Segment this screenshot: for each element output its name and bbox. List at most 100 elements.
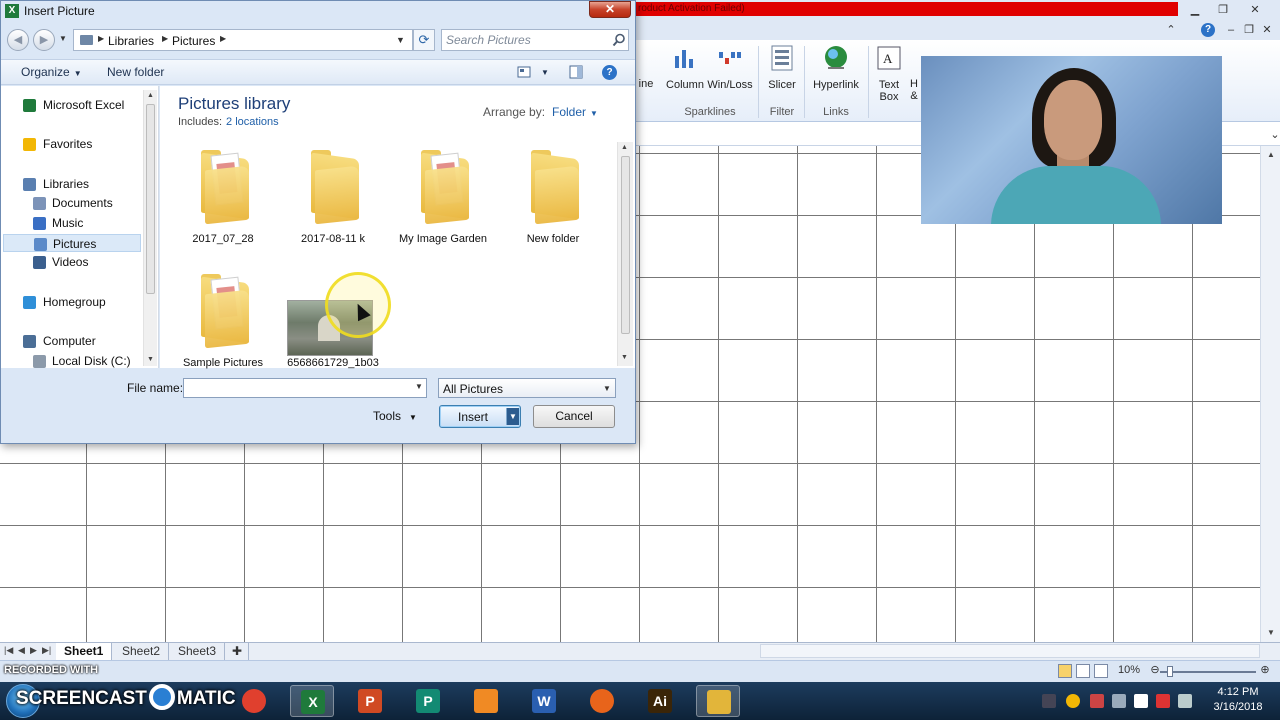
scroll-down-icon[interactable]: ▼ (1267, 628, 1275, 637)
insert-sheet-icon[interactable]: ✚ (226, 643, 250, 660)
address-bar[interactable]: ▶ Libraries ▶ Pictures ▶ ▼ (73, 29, 413, 51)
tools-button[interactable]: Tools ▼ (373, 409, 417, 423)
scroll-down-icon[interactable]: ▼ (147, 356, 154, 363)
nav-pane-scrollbar[interactable]: ▲ ▼ (143, 90, 157, 366)
organize-button[interactable]: Organize ▼ (21, 65, 82, 79)
insert-button[interactable]: Insert ▼ (439, 405, 521, 428)
horizontal-scrollbar[interactable] (760, 644, 1260, 658)
arrange-by-dropdown[interactable]: Folder ▼ (552, 105, 598, 119)
expand-formula-icon[interactable]: ⌄ (1264, 127, 1280, 143)
nav-item-libraries[interactable]: Libraries (21, 175, 141, 193)
volume-icon[interactable] (1178, 694, 1192, 708)
zoom-slider-thumb[interactable] (1166, 666, 1173, 677)
chevron-down-icon[interactable]: ▼ (415, 382, 423, 391)
taskbar-app-word[interactable]: W (522, 685, 566, 717)
dialog-title-bar[interactable]: X Insert Picture ✕ (1, 1, 635, 21)
taskbar-app-illustrator[interactable]: Ai (638, 685, 682, 717)
nav-item-music[interactable]: Music (31, 214, 141, 232)
tray-icon[interactable] (1042, 694, 1056, 708)
page-layout-view-icon[interactable] (1076, 664, 1090, 678)
change-view-icon[interactable] (517, 65, 531, 79)
search-box[interactable] (441, 29, 629, 51)
file-item-sample-pictures[interactable]: Sample Pictures (173, 270, 273, 382)
normal-view-icon[interactable] (1058, 664, 1072, 678)
tray-icon[interactable] (1156, 694, 1170, 708)
zoom-out-icon[interactable]: ⊖ (1148, 662, 1162, 678)
scroll-down-icon[interactable]: ▼ (621, 354, 628, 361)
taskbar-app-recorder[interactable] (696, 685, 740, 717)
sheet-tab-sheet3[interactable]: Sheet3 (170, 643, 226, 660)
view-options-chevron-icon[interactable]: ▼ (541, 68, 549, 77)
help-icon[interactable]: ? (1201, 23, 1215, 37)
taskbar-app-excel[interactable]: X (290, 685, 334, 717)
search-icon[interactable] (612, 33, 626, 47)
taskbar-clock[interactable]: 4:12 PM 3/16/2018 (1200, 685, 1276, 715)
ribbon-line-button[interactable]: ine (636, 78, 656, 90)
workbook-close-icon[interactable]: ✕ (1256, 22, 1278, 38)
forward-arrow-icon[interactable]: ▶ (33, 29, 55, 51)
close-icon[interactable]: ✕ (1244, 2, 1266, 18)
breadcrumb-libraries[interactable]: Libraries (108, 34, 154, 48)
file-item-new-folder[interactable]: New folder (503, 146, 603, 258)
cancel-button[interactable]: Cancel (533, 405, 615, 428)
help-icon[interactable]: ? (602, 65, 617, 80)
refresh-icon[interactable]: ⟳ (413, 29, 435, 51)
network-icon[interactable] (1112, 694, 1126, 708)
file-item-2017-07-28[interactable]: 2017_07_28 (173, 146, 273, 258)
preview-pane-icon[interactable] (569, 65, 583, 79)
tray-icon[interactable] (1134, 694, 1148, 708)
ribbon-header-footer-button[interactable]: H & (908, 78, 920, 102)
breadcrumb-arrow-icon[interactable]: ▶ (162, 34, 168, 43)
zoom-in-icon[interactable]: ⊕ (1258, 662, 1272, 678)
dialog-close-button[interactable]: ✕ (589, 1, 631, 18)
taskbar-app-publisher[interactable]: P (406, 685, 450, 717)
taskbar-app-app-orange[interactable] (464, 685, 508, 717)
taskbar-app-firefox[interactable] (580, 685, 624, 717)
scroll-up-icon[interactable]: ▲ (1267, 150, 1275, 159)
vertical-scrollbar[interactable]: ▲ ▼ (1260, 146, 1280, 642)
insert-options-chevron-icon[interactable]: ▼ (506, 408, 519, 425)
ribbon-winloss-button[interactable]: Win/Loss (706, 44, 754, 91)
nav-item-microsoft-excel[interactable]: Microsoft Excel (21, 96, 141, 114)
nav-item-favorites[interactable]: Favorites (21, 135, 141, 153)
page-break-view-icon[interactable] (1094, 664, 1108, 678)
zoom-slider[interactable] (1160, 671, 1256, 673)
ribbon-textbox-button[interactable]: A Text Box (872, 44, 906, 103)
taskbar-app-powerpoint[interactable]: P (348, 685, 392, 717)
ribbon-hyperlink-button[interactable]: Hyperlink (808, 44, 864, 91)
address-dropdown-icon[interactable]: ▼ (396, 35, 405, 45)
file-item-my-image-garden[interactable]: My Image Garden (393, 146, 493, 258)
file-item-2017-08-11-k[interactable]: 2017-08-11 k (283, 146, 383, 258)
last-sheet-icon[interactable]: ▶| (42, 645, 51, 656)
ribbon-slicer-button[interactable]: Slicer (764, 44, 800, 91)
nav-pane-scroll-thumb[interactable] (146, 104, 155, 294)
scroll-up-icon[interactable]: ▲ (147, 92, 154, 99)
taskbar-app-chrome[interactable] (232, 685, 276, 717)
sheet-tab-sheet2[interactable]: Sheet2 (114, 643, 170, 660)
file-list-scroll-thumb[interactable] (621, 156, 630, 334)
new-folder-button[interactable]: New folder (107, 65, 164, 79)
back-arrow-icon[interactable]: ◀ (7, 29, 29, 51)
maximize-icon[interactable]: ❐ (1212, 2, 1234, 18)
tray-icon[interactable] (1090, 694, 1104, 708)
prev-sheet-icon[interactable]: ◀ (18, 645, 25, 656)
nav-item-videos[interactable]: Videos (31, 253, 141, 271)
nav-item-homegroup[interactable]: Homegroup (21, 293, 141, 311)
file-list-scrollbar[interactable]: ▲ ▼ (617, 142, 633, 366)
nav-item-local-disk[interactable]: Local Disk (C:) (31, 352, 141, 370)
tray-icon[interactable] (1066, 694, 1080, 708)
next-sheet-icon[interactable]: ▶ (30, 645, 37, 656)
recent-pages-icon[interactable]: ▼ (57, 31, 69, 47)
nav-item-documents[interactable]: Documents (31, 194, 141, 212)
file-type-select[interactable]: All Pictures ▼ (438, 378, 616, 398)
breadcrumb-pictures[interactable]: Pictures (172, 34, 215, 48)
breadcrumb-arrow-icon[interactable]: ▶ (220, 34, 226, 43)
nav-item-computer[interactable]: Computer (21, 332, 141, 350)
ribbon-column-button[interactable]: Column (664, 44, 706, 91)
ribbon-collapse-icon[interactable]: ⌃ (1160, 22, 1182, 38)
nav-item-pictures[interactable]: Pictures (3, 234, 141, 252)
file-name-input[interactable] (187, 380, 409, 396)
sheet-tab-sheet1[interactable]: Sheet1 (56, 643, 113, 660)
locations-link[interactable]: 2 locations (226, 116, 279, 128)
first-sheet-icon[interactable]: |◀ (4, 645, 13, 656)
